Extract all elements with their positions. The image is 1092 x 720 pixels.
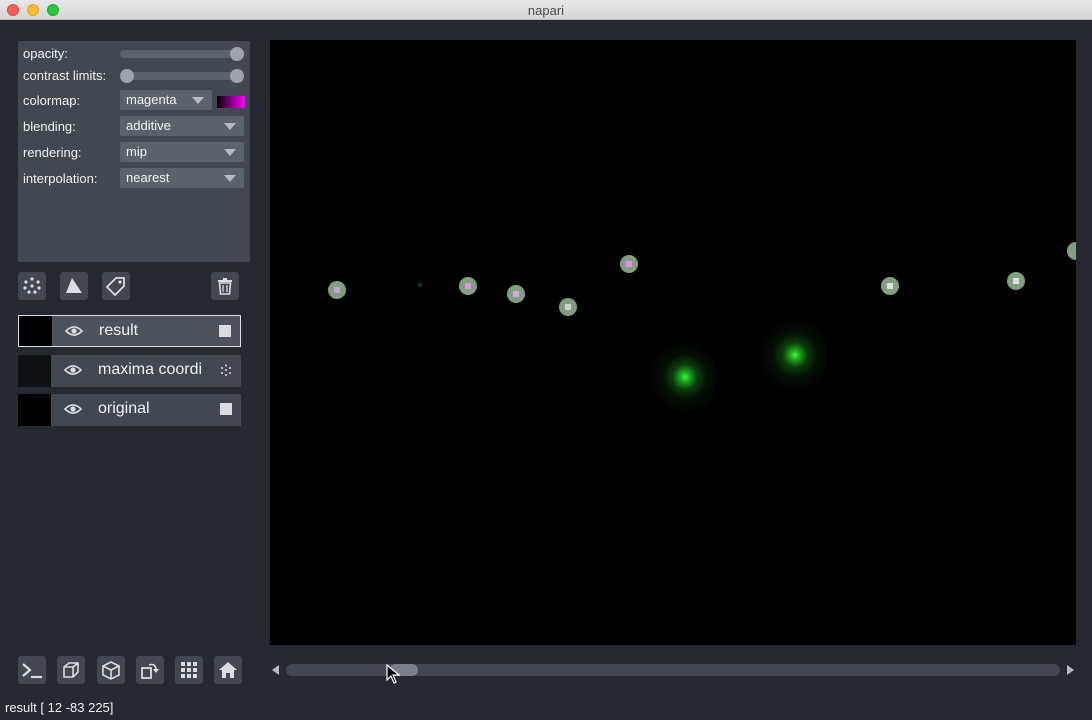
- ndisplay-button[interactable]: [57, 656, 85, 684]
- contrast-min-handle[interactable]: [120, 69, 134, 83]
- scroll-right-arrow[interactable]: [1067, 665, 1074, 675]
- delete-layer-button[interactable]: [211, 272, 239, 300]
- chevron-down-icon: [192, 97, 204, 104]
- image-layer-icon: [220, 403, 232, 415]
- layer-name: result: [99, 322, 139, 339]
- colormap-value: magenta: [126, 92, 177, 107]
- status-bar-text: result [ 12 -83 225]: [5, 700, 114, 715]
- image-spot: [645, 337, 725, 417]
- layer-name: maxima coordi: [98, 361, 203, 378]
- colormap-swatch: [217, 96, 245, 108]
- layer-item-result[interactable]: result: [18, 315, 241, 347]
- console-icon: [22, 663, 42, 679]
- eye-icon[interactable]: [64, 402, 82, 416]
- rendering-value: mip: [126, 144, 147, 159]
- colormap-label: colormap:: [23, 93, 81, 108]
- interpolation-value: nearest: [126, 170, 170, 185]
- labels-icon: [106, 277, 125, 296]
- image-spot: [755, 315, 835, 395]
- interpolation-label: interpolation:: [23, 171, 98, 186]
- layer-thumbnail: [18, 394, 51, 426]
- chevron-down-icon: [224, 149, 236, 156]
- trash-icon: [218, 278, 232, 295]
- ndisplay-icon: [63, 662, 79, 678]
- eye-icon[interactable]: [65, 324, 83, 338]
- layer-item-maxima-coordinates[interactable]: maxima coordi: [18, 355, 241, 387]
- rendering-label: rendering:: [23, 145, 82, 160]
- maxima-point[interactable]: [559, 298, 577, 316]
- dimension-slider-track[interactable]: [286, 664, 1060, 676]
- shapes-icon: [66, 278, 82, 293]
- new-shapes-layer-button[interactable]: [60, 272, 88, 300]
- reset-view-button[interactable]: [214, 656, 242, 684]
- title-bar: napari: [0, 0, 1092, 20]
- blending-dropdown[interactable]: additive: [120, 116, 244, 136]
- blending-label: blending:: [23, 119, 76, 134]
- maxima-point[interactable]: [881, 277, 899, 295]
- maxima-point[interactable]: [1067, 242, 1076, 260]
- transpose-icon: [141, 663, 159, 679]
- roll-dimensions-button[interactable]: [97, 656, 125, 684]
- points-icon: [23, 277, 41, 294]
- contrast-limits-label: contrast limits:: [23, 68, 107, 83]
- maxima-point[interactable]: [507, 285, 525, 303]
- chevron-down-icon: [224, 123, 236, 130]
- opacity-slider-handle[interactable]: [230, 47, 244, 61]
- contrast-max-handle[interactable]: [230, 69, 244, 83]
- rendering-dropdown[interactable]: mip: [120, 142, 244, 162]
- layer-thumbnail: [18, 355, 51, 387]
- opacity-label: opacity:: [23, 46, 68, 61]
- opacity-slider[interactable]: [120, 47, 244, 61]
- grid-view-button[interactable]: [175, 656, 203, 684]
- new-points-layer-button[interactable]: [18, 272, 46, 300]
- transpose-button[interactable]: [136, 656, 164, 684]
- console-button[interactable]: [18, 656, 46, 684]
- new-labels-layer-button[interactable]: [102, 272, 130, 300]
- cube-icon: [102, 661, 120, 680]
- layer-thumbnail: [19, 316, 52, 346]
- layer-item-original[interactable]: original: [18, 394, 241, 426]
- colormap-dropdown[interactable]: magenta: [120, 90, 212, 110]
- contrast-limits-slider[interactable]: [120, 69, 244, 83]
- grid-icon: [181, 662, 197, 678]
- maxima-point[interactable]: [459, 277, 477, 295]
- eye-icon[interactable]: [64, 363, 82, 377]
- mouse-cursor-icon: [386, 664, 400, 684]
- image-spot-faint: [418, 283, 422, 287]
- interpolation-dropdown[interactable]: nearest: [120, 168, 244, 188]
- blending-value: additive: [126, 118, 171, 133]
- viewer-canvas[interactable]: [270, 40, 1076, 645]
- chevron-down-icon: [224, 175, 236, 182]
- maxima-point[interactable]: [1007, 272, 1025, 290]
- maxima-point[interactable]: [328, 281, 346, 299]
- home-icon: [219, 662, 237, 678]
- layer-name: original: [98, 400, 150, 417]
- scroll-left-arrow[interactable]: [272, 665, 279, 675]
- maxima-point[interactable]: [620, 255, 638, 273]
- window-title: napari: [527, 3, 565, 18]
- points-icon: [221, 364, 231, 376]
- image-layer-icon: [219, 325, 231, 337]
- layer-controls-panel: opacity: contrast limits: colormap: mage…: [18, 41, 250, 262]
